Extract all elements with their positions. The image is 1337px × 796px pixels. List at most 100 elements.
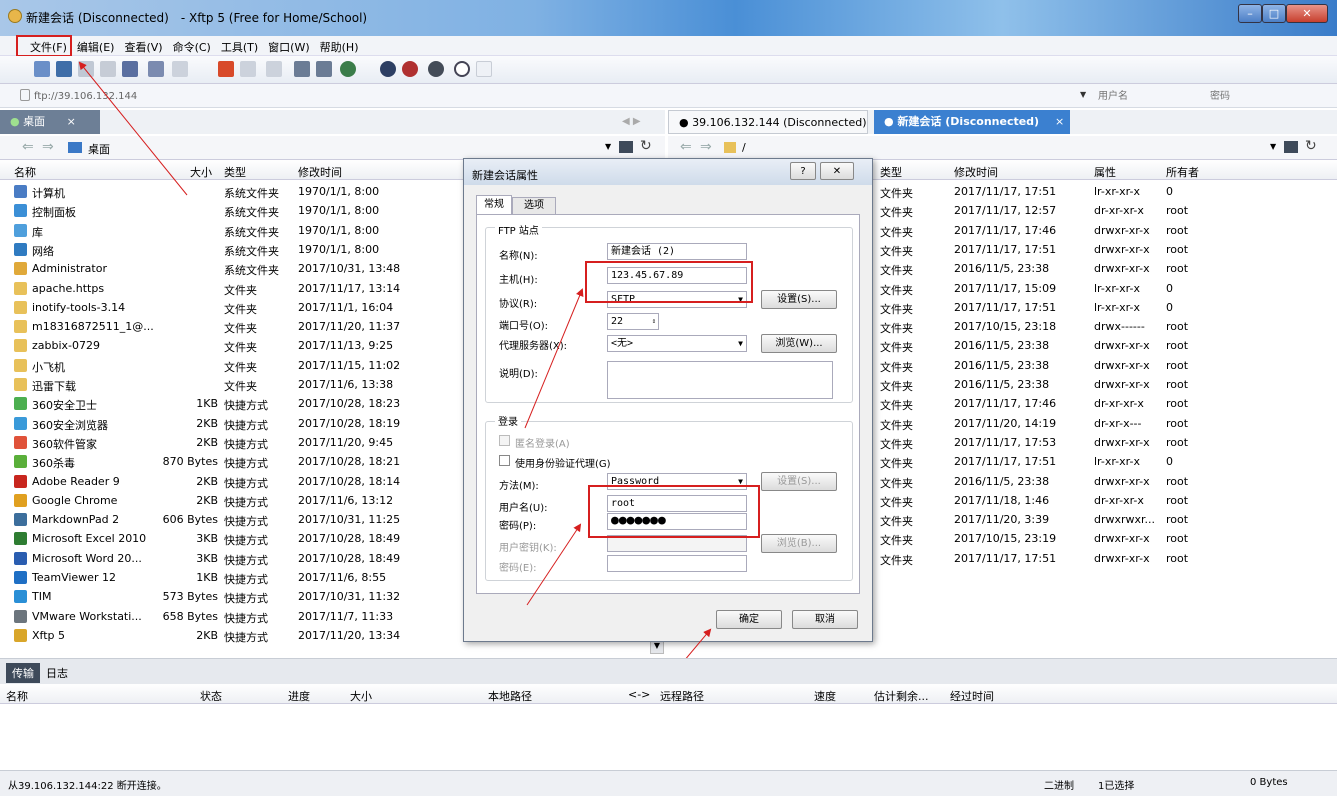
xshell-icon[interactable] [380,61,396,77]
window-icon[interactable] [172,61,188,77]
proxy-select[interactable]: <无> ▼ [607,335,747,352]
col-speed[interactable]: 速度 [814,688,836,704]
tab-scroll-icon[interactable]: ◀ ▶ [622,116,641,127]
col-status[interactable]: 状态 [200,688,222,704]
tab-transfer[interactable]: 传输 [6,663,40,683]
path-dropdown-icon[interactable]: ▼ [1270,142,1276,151]
col-name[interactable]: 名称 [6,688,28,704]
file-size: 658 Bytes [162,609,218,623]
connect-icon[interactable] [78,61,94,77]
address-input[interactable] [34,87,1074,105]
user-key-browse-button[interactable]: 浏览(B)... [761,534,837,553]
refresh-icon[interactable]: ↻ [1305,138,1317,154]
proxy-browse-button[interactable]: 浏览(W)... [761,334,837,353]
col-size[interactable]: 大小 [350,688,372,704]
protocol-settings-button[interactable]: 设置(S)... [761,290,837,309]
file-owner: root [1166,339,1189,353]
col-attributes[interactable]: 属性 [1094,164,1116,180]
forward-arrow-icon[interactable]: ⇒ [700,139,712,155]
tab-new-session[interactable]: ● 新建会话 (Disconnected) × [874,110,1070,134]
xftp-icon[interactable] [402,61,418,77]
scroll-down-icon[interactable]: ▼ [650,640,664,654]
col-remaining[interactable]: 估计剩余... [874,688,929,704]
tab-desktop[interactable]: ● 桌面 × [0,110,100,134]
disconnect-icon[interactable] [100,61,116,77]
gear-icon[interactable] [428,61,444,77]
port-stepper[interactable]: 22 ⇕ [607,313,659,330]
auth-agent-checkbox[interactable] [499,455,510,466]
folder-tree-icon[interactable] [619,141,633,153]
tab-log[interactable]: 日志 [46,665,68,681]
col-direction[interactable]: <-> [628,688,650,701]
refresh-icon[interactable]: ↻ [640,138,652,154]
col-owner[interactable]: 所有者 [1166,164,1199,180]
col-size[interactable]: 大小 [190,164,212,180]
right-path-text[interactable]: / [742,141,746,154]
back-arrow-icon[interactable]: ⇐ [22,139,34,155]
col-elapsed[interactable]: 经过时间 [950,688,994,704]
shortcut-icon [14,416,27,430]
username-input[interactable] [1098,87,1198,105]
paste-icon[interactable] [316,61,332,77]
help-icon[interactable] [454,61,470,77]
col-type[interactable]: 类型 [224,164,246,180]
menu-window[interactable]: 窗口(W) [268,39,309,55]
refresh-icon[interactable] [266,61,282,77]
passphrase-field[interactable] [607,555,747,572]
file-modified: 2017/11/20, 13:34 [298,628,401,642]
menu-command[interactable]: 命令(C) [173,39,211,55]
reconnect-icon[interactable] [122,61,138,77]
chevron-down-icon: ▼ [738,339,743,348]
dialog-close-button[interactable]: ✕ [820,162,854,180]
close-button[interactable]: ✕ [1286,4,1328,23]
col-modified[interactable]: 修改时间 [298,164,342,180]
file-name: Xftp 5 [32,628,66,642]
folder-icon [724,142,736,153]
tab-general[interactable]: 常规 [476,195,512,215]
copy-icon[interactable] [294,61,310,77]
password-input[interactable] [1210,87,1310,105]
ok-button[interactable]: 确定 [716,610,782,629]
tab-remote-1[interactable]: ● 39.106.132.144 (Disconnected) [668,110,868,134]
session-properties-icon[interactable] [148,61,164,77]
dialog-help-button[interactable]: ? [790,162,816,180]
col-name[interactable]: 名称 [14,164,36,180]
col-modified[interactable]: 修改时间 [954,164,998,180]
file-name: inotify-tools-3.14 [32,300,126,314]
transfer-mode[interactable]: 二进制 [1044,777,1074,792]
file-modified: 2017/11/17, 17:53 [954,435,1057,449]
tab-options[interactable]: 选项 [512,197,556,215]
globe-icon[interactable] [340,61,356,77]
name-field[interactable]: 新建会话 (2) [607,243,747,260]
col-local-path[interactable]: 本地路径 [488,688,532,704]
minimize-button[interactable]: – [1238,4,1262,23]
delete-icon[interactable] [240,61,256,77]
new-session-icon[interactable] [34,61,50,77]
spin-arrows-icon[interactable]: ⇕ [652,314,656,329]
forward-arrow-icon[interactable]: ⇒ [42,139,54,155]
description-field[interactable] [607,361,833,399]
new-file-icon[interactable] [218,61,234,77]
left-path-text[interactable]: 桌面 [88,141,110,157]
folder-icon [14,281,27,295]
maximize-button[interactable]: □ [1262,4,1286,23]
address-dropdown-icon[interactable]: ▼ [1080,90,1086,99]
col-remote-path[interactable]: 远程路径 [660,688,704,704]
cancel-button[interactable]: 取消 [792,610,858,629]
menu-view[interactable]: 查看(V) [124,39,162,55]
chat-icon[interactable] [476,61,492,77]
file-modified: 2016/11/5, 23:38 [954,378,1050,391]
col-type[interactable]: 类型 [880,164,902,180]
method-settings-button[interactable]: 设置(S)... [761,472,837,491]
col-progress[interactable]: 进度 [288,688,310,704]
tab-close-icon[interactable]: × [1055,115,1064,128]
folder-tree-icon[interactable] [1284,141,1298,153]
anonymous-checkbox[interactable] [499,435,510,446]
tab-close-icon[interactable]: × [67,115,76,128]
menu-help[interactable]: 帮助(H) [320,39,359,55]
back-arrow-icon[interactable]: ⇐ [680,139,692,155]
path-dropdown-icon[interactable]: ▼ [605,142,611,151]
menu-tools[interactable]: 工具(T) [221,39,258,55]
menu-edit[interactable]: 编辑(E) [77,39,115,55]
open-folder-icon[interactable] [56,61,72,77]
